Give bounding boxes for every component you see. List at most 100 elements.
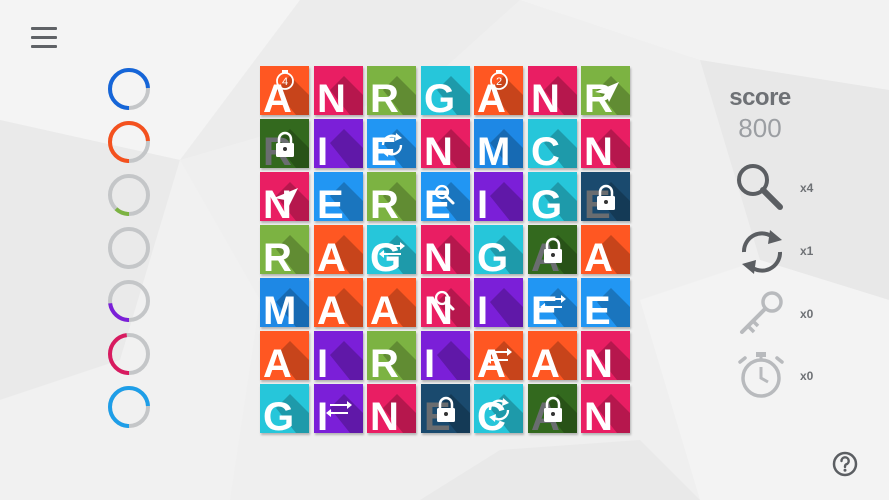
magnifier-icon — [737, 164, 783, 210]
progress-ring — [106, 331, 152, 377]
tile-letter: N — [424, 130, 453, 168]
tile-letter: I — [317, 395, 328, 433]
tile-letter: A — [531, 342, 560, 380]
letter-tile[interactable]: A — [528, 384, 577, 433]
stopwatch-powerup-button[interactable] — [734, 346, 794, 402]
key-icon — [740, 291, 783, 334]
letter-tile[interactable]: A — [260, 331, 309, 380]
letter-tile[interactable]: N — [581, 384, 630, 433]
tile-letter: N — [584, 395, 613, 433]
letter-tile[interactable]: A — [314, 278, 363, 327]
tile-letter: N — [584, 130, 613, 168]
letter-tile[interactable]: G — [260, 384, 309, 433]
letter-tile[interactable]: R — [260, 225, 309, 274]
stopwatch-count: x0 — [800, 369, 814, 383]
letter-tile[interactable]: E — [421, 172, 470, 221]
tile-letter: R — [263, 236, 292, 274]
progress-ring — [106, 66, 152, 112]
letter-tile[interactable]: N — [367, 384, 416, 433]
tile-letter: C — [531, 130, 560, 168]
hamburger-menu-icon — [31, 27, 57, 30]
letter-tile[interactable]: A — [474, 331, 523, 380]
refresh-powerup-button[interactable] — [734, 224, 794, 280]
score-value: 800 — [738, 113, 782, 143]
letter-tile[interactable]: G — [528, 172, 577, 221]
tile-letter: I — [317, 130, 328, 168]
tile-letter: M — [477, 130, 510, 168]
letter-tile[interactable]: A — [367, 278, 416, 327]
letter-tile[interactable]: I — [314, 119, 363, 168]
letter-tile[interactable]: I — [314, 384, 363, 433]
letter-tile[interactable]: E — [528, 278, 577, 327]
letter-tile[interactable]: N — [421, 278, 470, 327]
letter-tile[interactable]: I — [421, 331, 470, 380]
tile-letter: G — [263, 395, 294, 433]
tile-letter: M — [263, 289, 296, 327]
tile-letter: G — [477, 236, 508, 274]
letter-tile[interactable]: R — [367, 66, 416, 115]
progress-ring — [106, 119, 152, 165]
key-powerup-button[interactable] — [734, 286, 794, 342]
score-label: score — [729, 84, 791, 111]
letter-tile[interactable]: A — [314, 225, 363, 274]
letter-tile[interactable]: G — [421, 66, 470, 115]
tile-letter: N — [370, 395, 399, 433]
tile-letter: I — [317, 342, 328, 380]
tile-letter: A — [370, 289, 399, 327]
letter-tile[interactable]: N — [581, 119, 630, 168]
letter-tile[interactable]: R — [367, 172, 416, 221]
tile-letter: N — [424, 236, 453, 274]
letter-tile[interactable]: N — [421, 119, 470, 168]
letter-tile[interactable]: N — [581, 331, 630, 380]
letter-tile[interactable]: N — [528, 66, 577, 115]
letter-tile[interactable]: C — [528, 119, 577, 168]
timer-number: 4 — [282, 76, 288, 88]
letter-tile[interactable]: A — [528, 225, 577, 274]
letter-tile[interactable]: N — [314, 66, 363, 115]
tile-letter: N — [317, 77, 346, 115]
letter-tile[interactable]: G — [474, 225, 523, 274]
tile-letter: I — [424, 342, 435, 380]
magnifier-count: x4 — [800, 181, 814, 195]
letter-tile[interactable]: A — [528, 331, 577, 380]
magnifier-powerup-button[interactable] — [732, 160, 792, 216]
menu-button[interactable] — [31, 27, 57, 49]
letter-tile[interactable]: C — [474, 384, 523, 433]
letter-tile[interactable]: M — [260, 278, 309, 327]
progress-ring — [106, 172, 152, 218]
tile-letter: R — [370, 342, 399, 380]
stopwatch-icon — [738, 352, 784, 398]
tile-letter: A — [317, 289, 346, 327]
letter-tile[interactable]: I — [474, 278, 523, 327]
letter-tile[interactable]: E — [314, 172, 363, 221]
tile-letter: A — [263, 342, 292, 380]
letter-tile[interactable]: E — [581, 278, 630, 327]
letter-tile[interactable]: M — [474, 119, 523, 168]
letter-tile[interactable]: E — [581, 172, 630, 221]
help-icon — [832, 451, 858, 477]
letter-tile[interactable]: E — [421, 384, 470, 433]
letter-tile[interactable]: G — [367, 225, 416, 274]
tile-letter: G — [531, 183, 562, 221]
tile-letter: E — [584, 289, 611, 327]
letter-tile[interactable]: N — [260, 172, 309, 221]
refresh-icon — [741, 230, 783, 274]
letter-tile[interactable]: A2 — [474, 66, 523, 115]
help-button[interactable] — [832, 451, 858, 477]
letter-tile[interactable]: A4 — [260, 66, 309, 115]
letter-tile[interactable]: R — [367, 331, 416, 380]
progress-ring — [106, 384, 152, 430]
key-count: x0 — [800, 307, 814, 321]
letter-tile[interactable]: R — [260, 119, 309, 168]
tile-letter: A — [317, 236, 346, 274]
letter-tile[interactable]: E — [367, 119, 416, 168]
tile-letter: N — [531, 77, 560, 115]
letter-tile[interactable]: R — [581, 66, 630, 115]
progress-ring — [106, 278, 152, 324]
letter-tile[interactable]: I — [474, 172, 523, 221]
tile-letter: I — [477, 183, 488, 221]
letter-tile[interactable]: A — [581, 225, 630, 274]
letter-tile[interactable]: N — [421, 225, 470, 274]
tile-letter: N — [584, 342, 613, 380]
letter-tile[interactable]: I — [314, 331, 363, 380]
